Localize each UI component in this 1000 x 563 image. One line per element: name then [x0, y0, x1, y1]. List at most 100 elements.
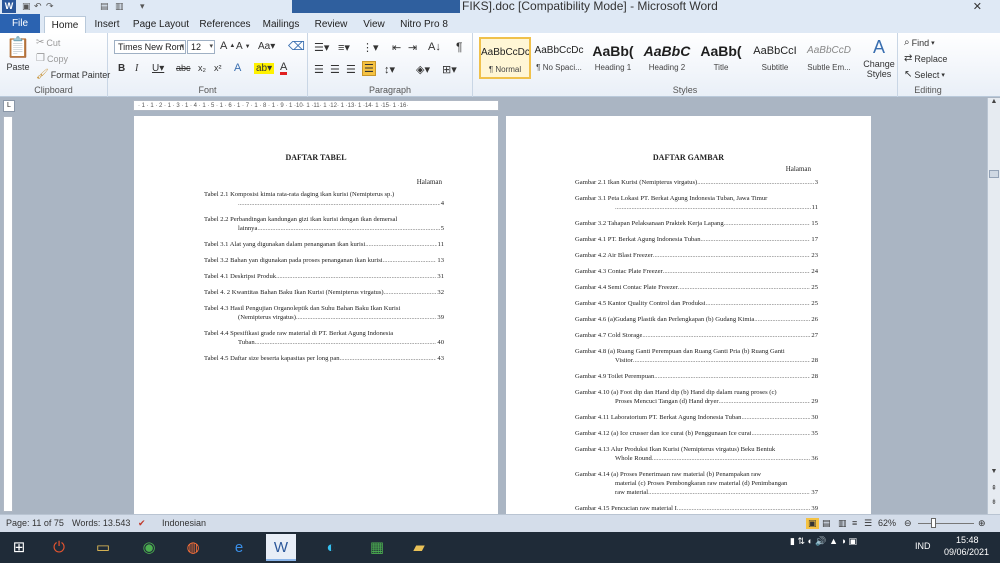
align-right-icon[interactable]: ☰ — [346, 63, 356, 76]
shrink-font-button[interactable]: A ▼ — [236, 41, 251, 52]
show-formatting-icon[interactable]: ¶ — [456, 40, 462, 54]
page-counter[interactable]: Page: 11 of 75 — [6, 518, 64, 528]
edge-icon[interactable]: ◐ — [316, 534, 346, 561]
save-icon[interactable]: ▣ — [22, 1, 31, 12]
print-layout-icon[interactable]: ▣ — [806, 518, 819, 529]
tray-icons[interactable]: ▮ ⇅ ◐ 🔊 ▲ ◑ ▣ — [790, 536, 857, 547]
tab-file[interactable]: File — [0, 14, 40, 33]
word-taskbar-icon[interactable]: W — [266, 534, 296, 561]
justify-icon[interactable]: ☰ — [362, 61, 376, 76]
web-layout-icon[interactable]: ▥ — [838, 518, 847, 529]
tab-page-layout[interactable]: Page Layout — [132, 16, 190, 33]
zoom-slider[interactable] — [918, 523, 974, 524]
increase-indent-icon[interactable]: ⇥ — [408, 41, 417, 54]
zoom-level[interactable]: 62% — [878, 518, 896, 528]
line-spacing-icon[interactable]: ↕▾ — [384, 63, 395, 76]
find-button[interactable]: ⌕ Find ▾ — [904, 37, 935, 49]
paste-button[interactable]: 📋 Paste — [6, 36, 31, 72]
style-no-spacing[interactable]: AaBbCcDc ¶ No Spaci... — [533, 37, 585, 79]
clock-date[interactable]: 09/06/2021 — [944, 547, 989, 557]
zoom-out-icon[interactable]: ⊖ — [904, 518, 912, 529]
photos-icon[interactable]: ▰ — [404, 534, 434, 561]
strikethrough-button[interactable]: abc — [176, 63, 191, 73]
clock-time[interactable]: 15:48 — [956, 535, 979, 545]
bold-button[interactable]: B — [118, 63, 125, 74]
font-size-select[interactable]: 12 ▾ — [187, 40, 215, 54]
quick-access-extra-icon[interactable]: ▥ — [115, 1, 124, 12]
change-styles-button[interactable]: A Change Styles — [861, 37, 897, 79]
tab-home[interactable]: Home — [44, 16, 86, 33]
replace-button[interactable]: ⇄ Replace — [904, 53, 947, 65]
next-page-icon[interactable]: ⇟ — [988, 498, 1000, 510]
clear-formatting-icon[interactable]: ⌫ — [288, 39, 305, 53]
word-app-icon[interactable]: W — [2, 0, 16, 13]
change-case-button[interactable]: Aa▾ — [258, 41, 275, 52]
multilevel-list-icon[interactable]: ⋮▾ — [362, 41, 379, 54]
tab-review[interactable]: Review — [312, 16, 350, 33]
font-name-select[interactable]: Times New Rom ▾ — [114, 40, 186, 54]
format-painter-button[interactable]: 🖌 Format Painter — [36, 69, 110, 81]
windows-start-icon[interactable]: ⊞ — [4, 534, 34, 561]
previous-page-icon[interactable]: ⇞ — [988, 484, 1000, 496]
tab-insert[interactable]: Insert — [90, 16, 124, 33]
style-subtle-emphasis[interactable]: AaBbCcD Subtle Em... — [803, 37, 855, 79]
underline-button[interactable]: U▾ — [152, 63, 164, 74]
grow-font-button[interactable]: A ▲ — [220, 40, 235, 52]
input-language[interactable]: IND — [915, 541, 931, 551]
style-title[interactable]: AaBb(Title — [695, 37, 747, 79]
document-page-right[interactable]: DAFTAR GAMBAR Halaman Gambar 2.1 Ikan Ku… — [506, 116, 871, 514]
print-preview-icon[interactable]: ▤ — [100, 1, 109, 12]
customize-toolbar-icon[interactable]: ▾ — [140, 1, 145, 12]
tab-view[interactable]: View — [360, 16, 388, 33]
horizontal-ruler[interactable]: · 1 · 1 · 2 · 1 · 3 · 1 · 4 · 1 · 5 · 1 … — [133, 100, 499, 111]
firefox-icon[interactable]: ◍ — [178, 534, 208, 561]
outline-icon[interactable]: ≡ — [852, 518, 857, 528]
full-screen-reading-icon[interactable]: ▤ — [822, 518, 831, 529]
shading-icon[interactable]: ◈▾ — [416, 63, 430, 76]
select-button[interactable]: ↖ Select ▾ — [904, 69, 945, 81]
copy-button[interactable]: ❐ Copy — [36, 53, 68, 65]
sort-icon[interactable]: A↓ — [428, 41, 441, 53]
zoom-slider-thumb[interactable] — [931, 518, 936, 528]
numbering-icon[interactable]: ≡▾ — [338, 41, 350, 54]
chrome-icon[interactable]: ◉ — [134, 534, 164, 561]
tab-references[interactable]: References — [198, 16, 252, 33]
power-app-icon[interactable]: ⏻ — [44, 534, 74, 561]
align-center-icon[interactable]: ☰ — [330, 63, 340, 76]
calculator-icon[interactable]: ▦ — [362, 534, 392, 561]
word-count[interactable]: Words: 13.543 — [72, 518, 130, 528]
subscript-button[interactable]: x₂ — [198, 63, 206, 73]
vertical-ruler[interactable] — [3, 116, 13, 512]
cut-button[interactable]: ✂ Cut — [36, 37, 60, 49]
style-heading-1[interactable]: AaBb(Heading 1 — [587, 37, 639, 79]
align-left-icon[interactable]: ☰ — [314, 63, 324, 76]
proofing-icon[interactable]: ✔ — [138, 518, 146, 529]
zoom-in-icon[interactable]: ⊕ — [978, 518, 986, 529]
font-color-icon[interactable]: A — [280, 62, 288, 75]
bullets-icon[interactable]: ☰▾ — [314, 41, 329, 54]
tab-selector-button[interactable]: L — [3, 100, 15, 112]
undo-icon[interactable]: ↶ — [34, 1, 42, 12]
style-normal[interactable]: AaBbCcDc ¶ Normal — [479, 37, 531, 79]
draft-icon[interactable]: ☰ — [864, 518, 872, 529]
close-icon[interactable]: ✕ — [973, 0, 982, 13]
scroll-down-icon[interactable]: ▼ — [988, 468, 1000, 480]
tab-mailings[interactable]: Mailings — [260, 16, 302, 33]
document-page-left[interactable]: DAFTAR TABEL Halaman Tabel 2.1 Komposisi… — [134, 116, 498, 514]
tab-nitro-pro[interactable]: Nitro Pro 8 — [398, 16, 450, 33]
scroll-thumb[interactable] — [989, 170, 999, 178]
vertical-scrollbar[interactable]: ▲ ▼ ⇞ ⇟ — [987, 98, 1000, 514]
highlight-color-icon[interactable]: ab▾ — [254, 63, 275, 74]
internet-explorer-icon[interactable]: e — [224, 534, 254, 561]
style-heading-2[interactable]: AaBbC Heading 2 — [641, 37, 693, 79]
redo-icon[interactable]: ↷ — [46, 1, 54, 12]
scroll-up-icon[interactable]: ▲ — [988, 98, 1000, 110]
borders-icon[interactable]: ⊞▾ — [442, 63, 457, 76]
superscript-button[interactable]: x² — [214, 63, 222, 73]
language-indicator[interactable]: Indonesian — [162, 518, 206, 528]
style-subtitle[interactable]: AaBbCcI Subtitle — [749, 37, 801, 79]
decrease-indent-icon[interactable]: ⇤ — [392, 41, 401, 54]
text-effects-icon[interactable]: A — [234, 62, 241, 74]
file-explorer-icon[interactable]: ▭ — [88, 534, 118, 561]
italic-button[interactable]: I — [135, 63, 138, 74]
